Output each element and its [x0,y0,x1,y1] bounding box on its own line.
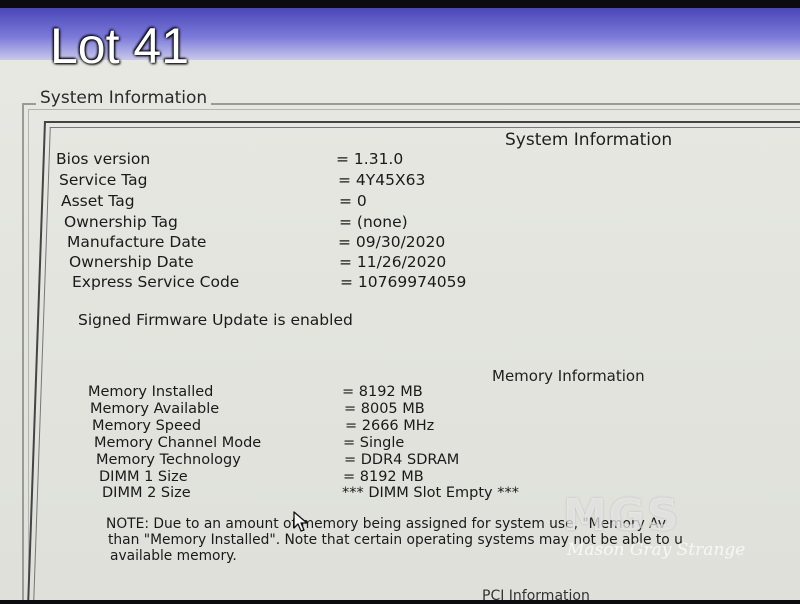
memory-value: = DDR4 SDRAM [344,452,460,468]
memory-value: = 2666 MHz [345,418,435,434]
info-value: = 4Y45X63 [338,171,426,189]
info-value: = 10769974059 [340,273,467,291]
info-label: Express Service Code [72,273,240,291]
info-value: = 1.31.0 [336,150,404,168]
info-label: Ownership Tag [64,213,178,231]
memory-note-line: available memory. [110,548,237,564]
info-label: Manufacture Date [67,233,207,251]
memory-label: Memory Installed [88,384,214,400]
info-value: = 0 [339,192,367,210]
memory-value: = 8192 MB [342,384,423,400]
firmware-status: Signed Firmware Update is enabled [78,311,353,329]
info-value: = (none) [339,213,408,231]
info-label: Asset Tag [61,192,135,210]
watermark-logo: MGS [563,490,681,541]
memory-label: DIMM 1 Size [99,469,188,485]
memory-value: = 8192 MB [343,469,424,485]
memory-value: *** DIMM Slot Empty *** [342,485,519,501]
watermark-text: Mason Gray Strange [567,540,746,560]
memory-label: DIMM 2 Size [102,485,191,501]
mouse-pointer-icon [293,511,308,532]
memory-label: Memory Channel Mode [94,435,262,451]
system-info-heading: System Information [505,130,673,150]
memory-value: = Single [343,435,405,451]
info-value: = 09/30/2020 [338,233,446,251]
info-label: Ownership Date [69,253,194,271]
info-label: Bios version [56,150,151,168]
info-value: = 11/26/2020 [339,253,447,271]
info-label: Service Tag [59,171,148,189]
memory-value: = 8005 MB [344,401,425,417]
memory-label: Memory Available [90,401,220,417]
pci-info-heading: PCI Information [482,588,590,604]
memory-label: Memory Technology [96,452,241,468]
lot-label: Lot 41 [50,18,190,74]
memory-info-heading: Memory Information [492,367,645,385]
memory-label: Memory Speed [92,418,202,434]
